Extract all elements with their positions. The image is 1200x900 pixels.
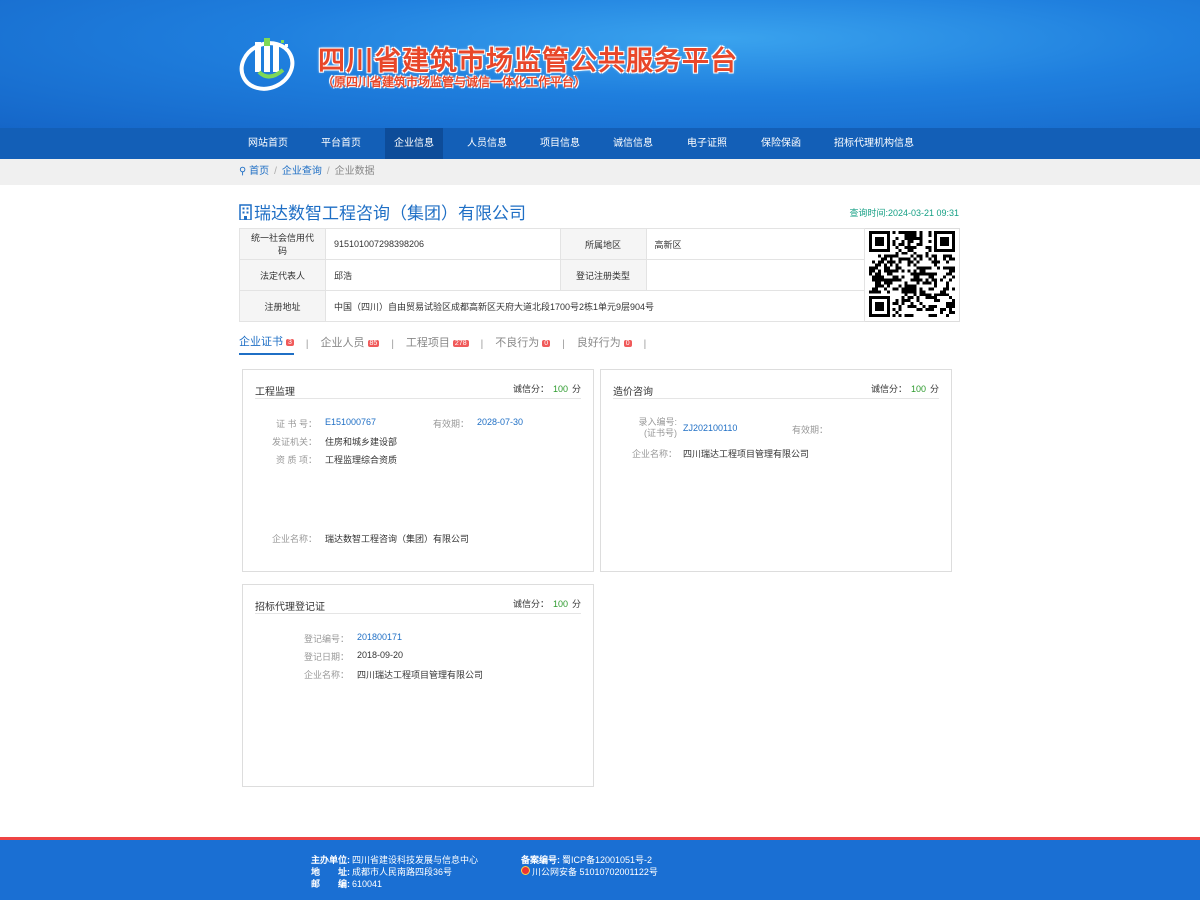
footer-registration: 备案编号: 蜀ICP备12001051号-2 川公网安备 510107020011… — [521, 854, 658, 878]
legal-rep-label: 法定代表人 — [239, 259, 326, 291]
reg-date-field: 登记日期： 2018-09-20 — [303, 650, 404, 662]
qr-code — [869, 231, 955, 317]
record-tabs: 企业证书 3 | 企业人员 85 | 工程项目 278 | 不良行为 0 | 良好行为 0… — [239, 333, 658, 355]
legal-rep-value: 邱浩 — [324, 259, 561, 291]
cert-no-link[interactable]: E151000767 — [325, 417, 376, 430]
tab-count-badge: 3 — [286, 338, 294, 346]
breadcrumb-home[interactable]: 首页 — [249, 166, 269, 177]
entry-no-link[interactable]: ZJ202100110 — [683, 423, 737, 433]
building-icon — [239, 203, 252, 220]
company-field: 企业名称： 四川瑞达工程项目管理有限公司 — [631, 449, 810, 459]
tab-count-badge: 85 — [367, 339, 380, 347]
credit-score: 诚信分： 100 分 — [870, 384, 939, 394]
tab-projects[interactable]: 工程项目 278 — [406, 334, 469, 354]
company-name: 瑞达数智工程咨询（集团）有限公司 — [254, 204, 526, 223]
site-footer: 主办单位: 四川省建设科技发展与信息中心 地 址: 成都市人民南路四段36号 邮 编… — [0, 837, 1200, 900]
credit-score: 诚信分： 100 分 — [512, 599, 581, 609]
nav-item-credit-info[interactable]: 诚信信息 — [604, 128, 662, 159]
header-banner: 四川省建筑市场监管公共服务平台 （原四川省建筑市场监管与诚信一体化工作平台） — [0, 0, 1200, 128]
nav-item-e-license[interactable]: 电子证照 — [677, 128, 737, 159]
credit-code-label: 统一社会信用代码 — [239, 228, 326, 260]
tab-count-badge: 0 — [623, 339, 632, 347]
site-subtitle: （原四川省建筑市场监管与诚信一体化工作平台） — [322, 75, 587, 89]
credit-code-value: 915101007298398206 — [324, 228, 561, 260]
footer-host: 四川省建设科技发展与信息中心 — [352, 855, 479, 865]
credit-score: 诚信分： 100 分 — [512, 384, 581, 394]
breadcrumb: ⚲ 首页 / 企业查询 / 企业数据 — [239, 166, 375, 177]
address-value: 中国（四川）自由贸易试验区成都高新区天府大道北段1700号2栋1单元9层904号 — [324, 290, 865, 322]
footer-icp-link[interactable]: 蜀ICP备12001051号-2 — [562, 854, 652, 866]
breadcrumb-current: 企业数据 — [334, 166, 375, 177]
card-title: 造价咨询 — [613, 387, 653, 398]
valid-field: 有效期： — [792, 425, 829, 435]
police-badge-icon — [521, 866, 530, 875]
nav-item-insurance[interactable]: 保险保函 — [751, 128, 811, 159]
company-title: 瑞达数智工程咨询（集团）有限公司 — [239, 199, 526, 224]
card-title: 工程监理 — [255, 387, 295, 398]
region-value: 高新区 — [645, 228, 865, 260]
tab-certificates[interactable]: 企业证书 3 — [239, 333, 294, 355]
nav-item-site-home[interactable]: 网站首页 — [239, 128, 297, 159]
cert-no-field: 证 书 号： E151000767 — [275, 417, 377, 430]
reg-no-link[interactable]: 201800171 — [357, 632, 402, 645]
platform-logo — [239, 38, 295, 91]
tab-bad-behavior[interactable]: 不良行为 0 — [495, 334, 551, 354]
nav-item-project-info[interactable]: 项目信息 — [531, 128, 589, 159]
region-label: 所属地区 — [559, 228, 647, 260]
tab-count-badge: 278 — [452, 339, 469, 347]
reg-type-label: 登记注册类型 — [559, 259, 647, 291]
nav-item-platform-home[interactable]: 平台首页 — [312, 128, 370, 159]
footer-police-link[interactable]: 川公网安备 51010702001122号 — [532, 866, 658, 878]
footer-address: 成都市人民南路四段36号 — [352, 867, 453, 877]
breadcrumb-company-query[interactable]: 企业查询 — [282, 166, 322, 177]
tab-count-badge: 0 — [542, 339, 551, 347]
nav-item-bidding-agency[interactable]: 招标代理机构信息 — [826, 128, 922, 159]
reg-no-field: 登记编号： 201800171 — [303, 632, 403, 645]
tab-good-behavior[interactable]: 良好行为 0 — [577, 334, 632, 354]
main-nav: 网站首页 平台首页 企业信息 人员信息 项目信息 诚信信息 电子证照 保险保函 … — [0, 128, 1200, 159]
footer-zip: 610041 — [352, 879, 383, 889]
location-pin-icon: ⚲ — [239, 166, 247, 177]
company-field: 企业名称： 四川瑞达工程项目管理有限公司 — [303, 670, 484, 680]
company-info-table: 统一社会信用代码 915101007298398206 所属地区 高新区 法定代… — [239, 228, 960, 322]
valid-field: 有效期： 2028-07-30 — [433, 417, 524, 429]
query-time: 查询时间:2024-03-21 09:31 — [849, 208, 959, 218]
company-field: 企业名称： 瑞达数智工程咨询（集团）有限公司 — [271, 534, 470, 544]
nav-item-company-info[interactable]: 企业信息 — [385, 128, 443, 159]
issuer-field: 发证机关： 住房和城乡建设部 — [271, 437, 398, 447]
tab-personnel[interactable]: 企业人员 85 — [321, 334, 380, 354]
reg-type-value — [645, 259, 865, 291]
cert-card-costing: 造价咨询 诚信分： 100 分 录入编号: (证书号) ZJ202100110 有效期… — [600, 369, 952, 572]
footer-contact: 主办单位: 四川省建设科技发展与信息中心 地 址: 成都市人民南路四段36号 邮 编… — [311, 855, 479, 889]
cert-card-supervision: 工程监理 诚信分： 100 分 证 书 号： E151000767 有效期： 2028-… — [242, 369, 594, 572]
breadcrumb-bar: ⚲ 首页 / 企业查询 / 企业数据 — [0, 159, 1200, 185]
qual-field: 资 质 项： 工程监理综合资质 — [275, 455, 398, 465]
card-title: 招标代理登记证 — [255, 602, 325, 613]
nav-item-personnel-info[interactable]: 人员信息 — [458, 128, 516, 159]
entry-no-field: 录入编号: (证书号) ZJ202100110 — [638, 417, 738, 438]
address-label: 注册地址 — [239, 290, 326, 322]
cert-card-bidding: 招标代理登记证 诚信分： 100 分 登记编号： 201800171 登记日期： 201… — [242, 584, 594, 787]
